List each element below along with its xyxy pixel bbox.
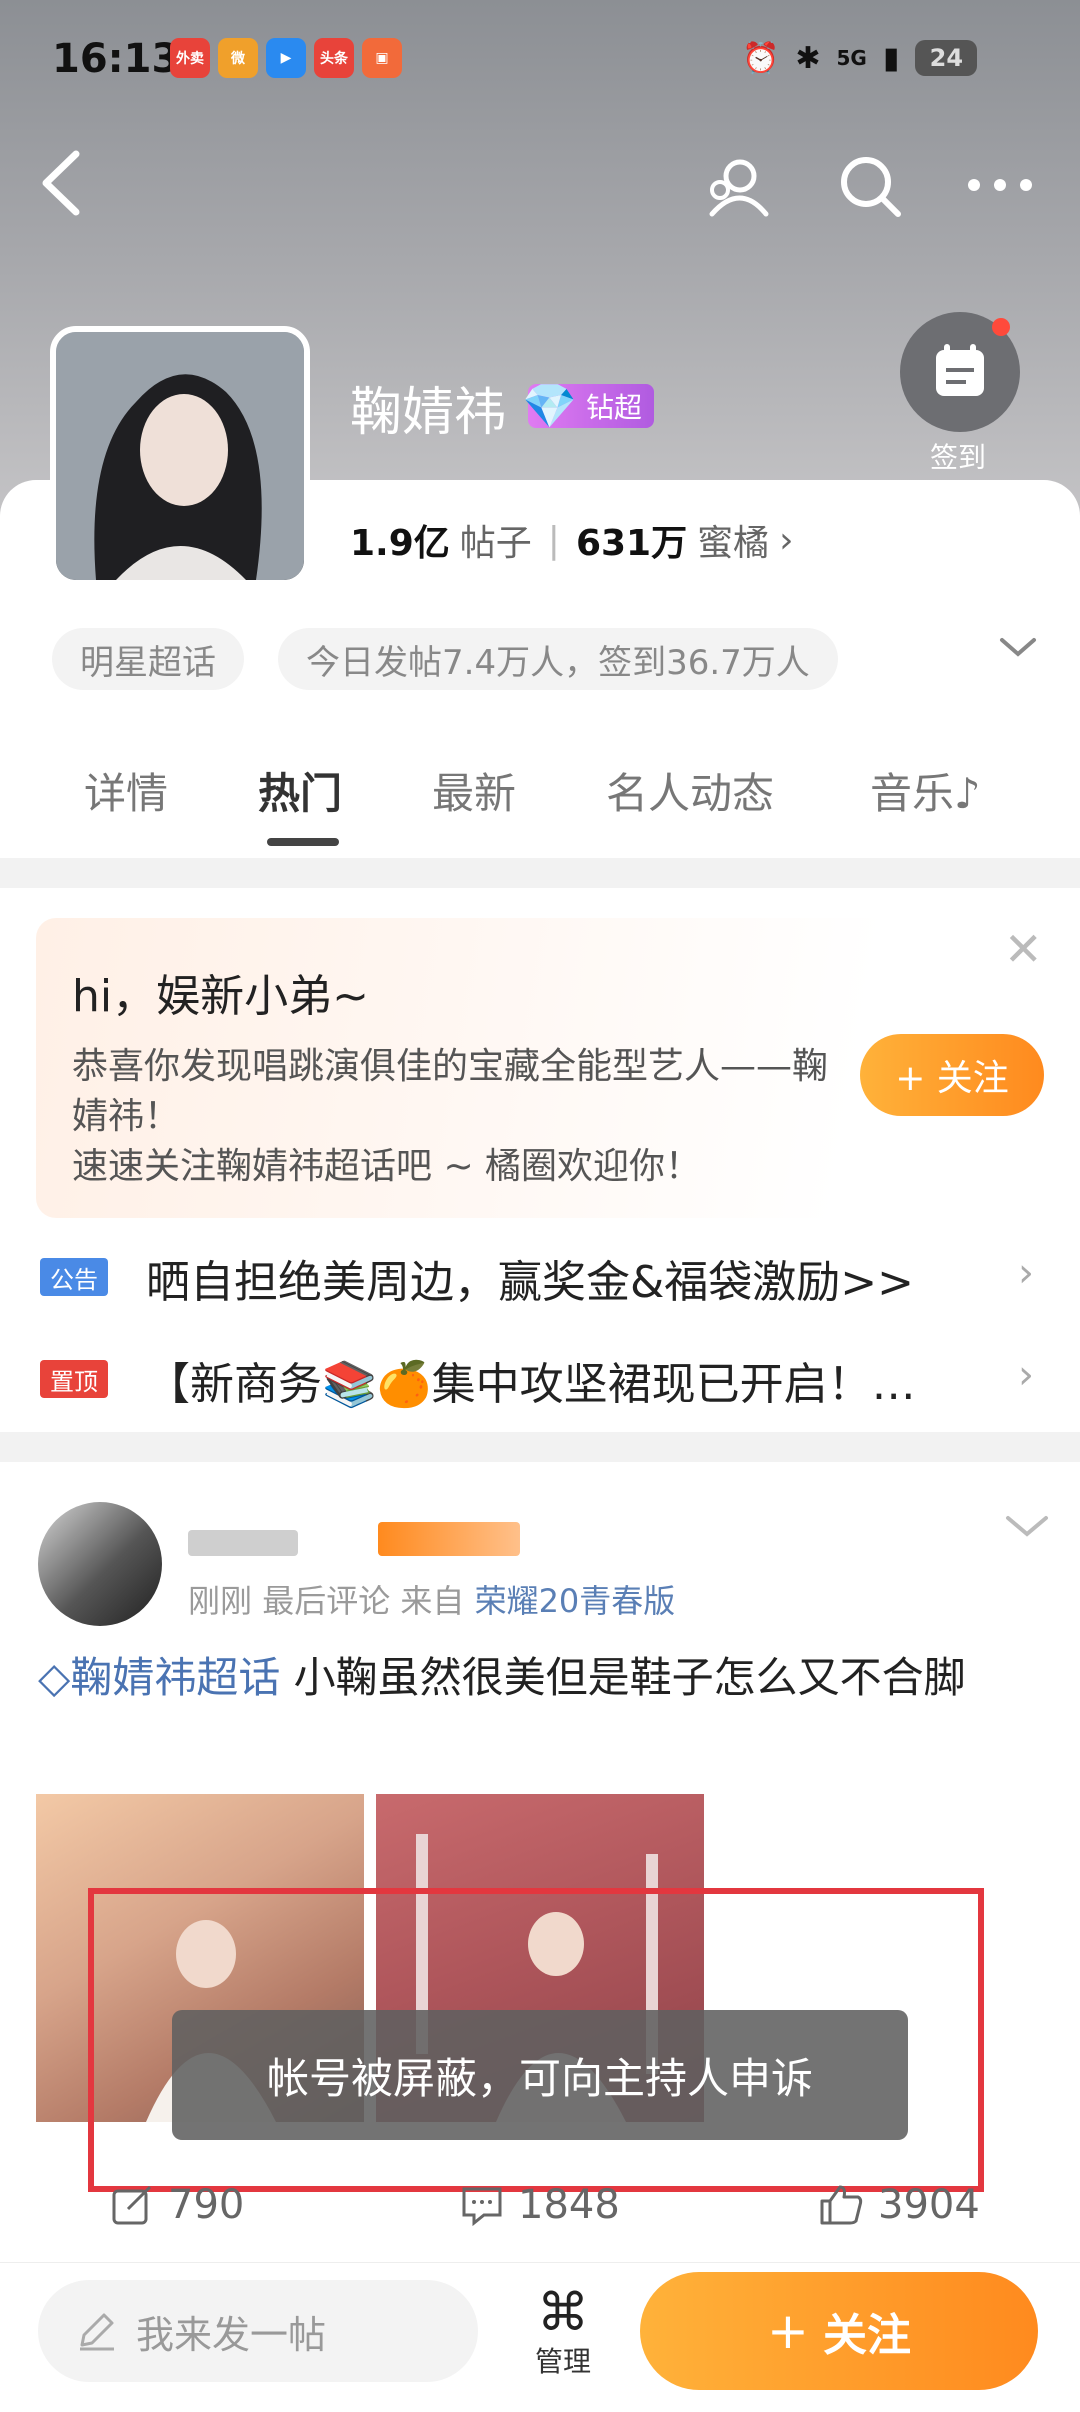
- back-icon[interactable]: [38, 148, 82, 228]
- pinned-tag: 置顶: [40, 1360, 108, 1398]
- toutiao-app-icon: 头条: [314, 38, 354, 78]
- posts-count: 1.9亿: [350, 523, 450, 564]
- search-icon[interactable]: [836, 152, 906, 226]
- battery-icon: 24: [915, 40, 978, 76]
- signal-icon: ▮: [882, 40, 900, 76]
- member-badge-redacted: [378, 1522, 520, 1556]
- compose-placeholder: 我来发一帖: [136, 2312, 327, 2357]
- post-text: ◇鞠婧祎超话 小鞠虽然很美但是鞋子怎么又不合脚: [38, 1646, 1048, 1710]
- promo-line1: 恭喜你发现唱跳演俱佳的宝藏全能型艺人——鞠婧祎！: [72, 1046, 829, 1137]
- username-redacted: [188, 1530, 298, 1556]
- tab-details[interactable]: 详情: [84, 760, 168, 821]
- manage-button[interactable]: ⌘ 管理: [528, 2286, 598, 2380]
- compose-input[interactable]: 我来发一帖: [38, 2280, 478, 2382]
- post-from: 来自: [400, 1582, 465, 1620]
- chevron-right-icon: ›: [1018, 1352, 1034, 1398]
- status-time: 16:13: [52, 36, 180, 82]
- like-button[interactable]: 3904: [818, 2182, 980, 2228]
- category-chip[interactable]: 明星超话: [52, 628, 244, 690]
- more-icon[interactable]: [964, 170, 1036, 204]
- comment-count: 1848: [518, 2182, 620, 2228]
- manage-label: 管理: [534, 2345, 591, 2378]
- app-icon: ▣: [362, 38, 402, 78]
- status-bar: 16:13 外卖 微 ▶ 头条 ▣ ⏰ ✱ 5G ▮ 24: [0, 0, 1080, 120]
- notice-row-pinned[interactable]: 置顶 【新商务📚🍊集中攻坚裙现已开启！… ›: [0, 1334, 1080, 1424]
- notice-tag: 公告: [40, 1258, 108, 1296]
- status-icons: ⏰ ✱ 5G ▮ 24: [742, 36, 978, 80]
- chevron-down-icon[interactable]: [998, 632, 1038, 666]
- like-count: 3904: [878, 2182, 980, 2228]
- promo-follow-button[interactable]: + 关注: [860, 1034, 1044, 1116]
- command-icon: ⌘: [537, 2283, 589, 2343]
- chevron-right-icon: ›: [779, 519, 794, 561]
- members-icon[interactable]: [702, 152, 772, 226]
- tab-celebrity[interactable]: 名人动态: [606, 760, 774, 821]
- network-label: 5G: [836, 46, 867, 70]
- pinned-text: 【新商务📚🍊集中攻坚裙现已开启！…: [146, 1359, 916, 1410]
- promo-text: 恭喜你发现唱跳演俱佳的宝藏全能型艺人——鞠婧祎！ 速速关注鞠婧祎超话吧 ~ 橘圈…: [72, 1042, 852, 1192]
- post-actions: 790 1848 3904: [0, 2182, 1080, 2262]
- alarm-icon: ⏰: [742, 40, 780, 76]
- topic-link[interactable]: ◇鞠婧祎超话: [38, 1653, 280, 1702]
- video-app-icon: ▶: [266, 38, 306, 78]
- eleme-app-icon: 外卖: [170, 38, 210, 78]
- post-device: 荣耀20青春版: [474, 1582, 676, 1620]
- fans-label: 蜜橘: [697, 523, 770, 564]
- promo-line2: 速速关注鞠婧祎超话吧 ~ 橘圈欢迎你！: [72, 1146, 702, 1187]
- notification-dot: [992, 318, 1010, 336]
- post-last-comment: 最后评论: [262, 1582, 391, 1620]
- tab-latest[interactable]: 最新: [432, 760, 516, 821]
- post-body: 小鞠虽然很美但是鞋子怎么又不合脚: [280, 1653, 966, 1702]
- topic-stats[interactable]: 1.9亿 帖子 | 631万 蜜橘 ›: [350, 514, 794, 566]
- badge-label: 钻超: [585, 391, 642, 424]
- pencil-icon: [80, 2313, 114, 2351]
- diamond-icon: 💎: [522, 381, 577, 432]
- topic-title: 鞠婧祎: [350, 383, 507, 443]
- daily-stats-chip[interactable]: 今日发帖7.4万人，签到36.7万人: [278, 628, 838, 690]
- repost-button[interactable]: 790: [110, 2182, 244, 2228]
- comment-button[interactable]: 1848: [460, 2182, 620, 2228]
- topic-label: 鞠婧祎超话: [70, 1653, 281, 1702]
- topic-avatar: [50, 326, 310, 586]
- repost-icon: [112, 2185, 152, 2225]
- notice-row-announcement[interactable]: 公告 晒自担绝美周边，赢奖金&福袋激励>> ›: [0, 1232, 1080, 1322]
- stats-divider: |: [547, 519, 560, 561]
- plus-icon: +: [767, 2302, 809, 2360]
- tab-hot[interactable]: 热门: [258, 760, 342, 821]
- user-avatar[interactable]: [38, 1502, 162, 1626]
- tab-music[interactable]: 音乐♪: [870, 760, 981, 821]
- chevron-right-icon: ›: [1018, 1250, 1034, 1296]
- notice-text: 晒自担绝美周边，赢奖金&福袋激励>>: [146, 1257, 915, 1308]
- diamond-icon: ◇: [38, 1653, 71, 1702]
- posts-label: 帖子: [459, 523, 532, 564]
- follow-label: 关注: [822, 2310, 911, 2361]
- chevron-down-icon[interactable]: [1004, 1512, 1050, 1546]
- repost-count: 790: [168, 2182, 245, 2228]
- close-icon[interactable]: ✕: [1004, 922, 1043, 976]
- post-time: 刚刚: [188, 1582, 253, 1620]
- thumbs-up-icon: [820, 2185, 863, 2225]
- promo-greeting: hi，娱新小弟~: [72, 971, 369, 1022]
- weibo-app-icon: 微: [218, 38, 258, 78]
- active-tab-indicator: [267, 838, 339, 846]
- blocked-toast: 帐号被屏蔽，可向主持人申诉: [172, 2010, 908, 2140]
- comment-icon: [462, 2187, 502, 2227]
- fans-count: 631万: [575, 523, 688, 564]
- post-meta: 刚刚 最后评论 来自 荣耀20青春版: [188, 1576, 675, 1622]
- sign-in-label: 签到: [930, 441, 987, 474]
- bluetooth-icon: ✱: [795, 40, 821, 76]
- follow-button[interactable]: + 关注: [640, 2272, 1038, 2390]
- tab-bar: 详情 热门 最新 名人动态 音乐♪: [0, 760, 1080, 850]
